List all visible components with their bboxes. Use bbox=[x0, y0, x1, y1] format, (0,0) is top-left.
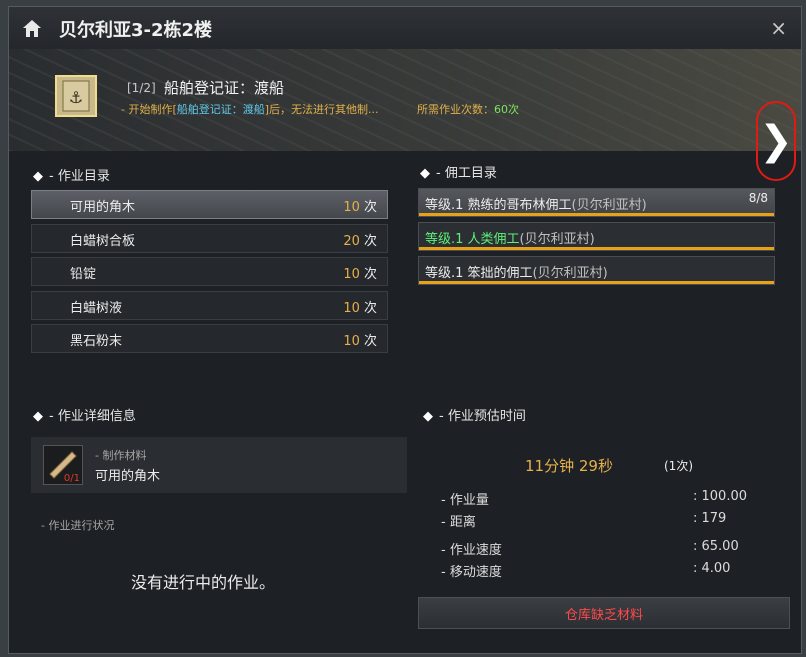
task-row[interactable]: 白蜡树合板 20 次 bbox=[31, 223, 388, 253]
worker-village: (贝尔利亚村) bbox=[532, 266, 608, 281]
worker-stamina-bar bbox=[419, 213, 774, 216]
task-name: 铅锭 bbox=[70, 267, 97, 282]
stat-label: - 距离 bbox=[441, 515, 476, 530]
warning-item: 船舶登记证：渡船 bbox=[176, 103, 265, 116]
close-button[interactable]: × bbox=[770, 16, 787, 40]
ship-license-icon: ⚓ bbox=[55, 75, 97, 117]
warning-prefix: - 开始制作[ bbox=[121, 103, 177, 116]
task-count-unit: 次 bbox=[359, 334, 377, 349]
stat-value: : 179 bbox=[693, 511, 727, 526]
recipe-warning: - 开始制作[船舶登记证：渡船]后，无法进行其他制... bbox=[121, 101, 379, 117]
task-count: 10 次 bbox=[343, 196, 377, 215]
title-bar: 贝尔利亚3-2栋2楼 × bbox=[9, 7, 801, 50]
task-row[interactable]: 可用的角木 10 次 bbox=[31, 190, 388, 219]
worker-stamina-bar bbox=[419, 247, 774, 250]
task-count-unit: 次 bbox=[359, 233, 377, 249]
no-task-message: 没有进行中的作业。 bbox=[131, 573, 276, 592]
stat-label: - 移动速度 bbox=[441, 565, 502, 580]
task-name: 白蜡树合板 bbox=[70, 233, 136, 249]
material-name: 可用的角木 bbox=[95, 469, 161, 484]
worker-title: 等级.1 人类佣工 bbox=[425, 232, 520, 247]
estimate-header: ◆ - 作业预估时间 bbox=[423, 405, 526, 424]
estimated-times: (1次) bbox=[664, 459, 693, 473]
material-count: 0/1 bbox=[63, 473, 80, 484]
task-count-unit: 次 bbox=[359, 300, 377, 316]
task-count: 10 次 bbox=[343, 330, 377, 349]
task-status-label: - 作业进行状况 bbox=[41, 519, 115, 532]
diamond-icon: ◆ bbox=[420, 166, 430, 181]
worker-title: 等级.1 熟练的哥布林佣工 bbox=[425, 198, 572, 213]
task-count-unit: 次 bbox=[359, 267, 377, 282]
task-count: 20 次 bbox=[343, 230, 377, 249]
home-icon bbox=[23, 20, 41, 37]
estimated-time: 11分钟 29秒 bbox=[525, 457, 613, 475]
stat-value: : 4.00 bbox=[693, 561, 731, 576]
task-count-value: 10 bbox=[343, 300, 360, 316]
stat-label: - 作业速度 bbox=[441, 543, 502, 558]
required-count: 所需作业次数：60次 bbox=[417, 101, 519, 117]
worker-row[interactable]: 等级.1 人类佣工(贝尔利亚村) bbox=[418, 222, 775, 251]
task-count: 10 次 bbox=[343, 297, 377, 316]
task-name: 可用的角木 bbox=[70, 200, 136, 215]
required-value: 60次 bbox=[494, 103, 519, 116]
task-count-unit: 次 bbox=[359, 200, 377, 215]
material-label: - 制作材料 bbox=[95, 449, 147, 462]
diamond-icon: ◆ bbox=[33, 169, 43, 184]
worker-capacity: 8/8 bbox=[748, 191, 768, 205]
details-title: - 作业详细信息 bbox=[49, 409, 136, 424]
details-header: ◆ - 作业详细信息 bbox=[33, 405, 136, 424]
stat-value: : 100.00 bbox=[693, 489, 747, 504]
task-name: 黑石粉末 bbox=[70, 334, 123, 349]
worker-name: 等级.1 人类佣工(贝尔利亚村) bbox=[425, 228, 595, 247]
stat-row: - 作业量 : 100.00 bbox=[441, 489, 781, 508]
recipe-banner: ⚓ [1/2] 船舶登记证：渡船 - 开始制作[船舶登记证：渡船]后，无法进行其… bbox=[9, 49, 801, 181]
worker-row[interactable]: 等级.1 熟练的哥布林佣工(贝尔利亚村) 8/8 bbox=[418, 188, 775, 217]
window-title: 贝尔利亚3-2栋2楼 bbox=[59, 20, 213, 41]
worker-row[interactable]: 等级.1 笨拙的佣工(贝尔利亚村) bbox=[418, 256, 775, 285]
task-count-value: 10 bbox=[343, 334, 360, 349]
banner-background bbox=[9, 49, 801, 151]
diamond-icon: ◆ bbox=[423, 409, 433, 424]
task-count: 10 次 bbox=[343, 263, 377, 282]
task-row[interactable]: 铅锭 10 次 bbox=[31, 257, 388, 286]
recipe-title: 船舶登记证：渡船 bbox=[164, 79, 285, 97]
worker-name: 等级.1 熟练的哥布林佣工(贝尔利亚村) bbox=[425, 194, 647, 213]
worker-name: 等级.1 笨拙的佣工(贝尔利亚村) bbox=[425, 262, 608, 281]
worker-village: (贝尔利亚村) bbox=[519, 232, 595, 247]
stat-label: - 作业量 bbox=[441, 493, 489, 508]
insufficient-materials-button[interactable]: 仓库缺乏材料 bbox=[418, 597, 790, 629]
worker-title: 等级.1 笨拙的佣工 bbox=[425, 266, 533, 281]
workshop-window: 贝尔利亚3-2栋2楼 × ⚓ [1/2] 船舶登记证：渡船 - 开始制作[船舶登… bbox=[8, 6, 802, 654]
task-count-value: 10 bbox=[343, 200, 360, 215]
worker-list-title: - 佣工目录 bbox=[436, 166, 497, 181]
warning-suffix: ]后，无法进行其他制... bbox=[264, 103, 379, 116]
next-recipe-button[interactable]: ❯ bbox=[756, 101, 796, 181]
task-list-title: - 作业目录 bbox=[49, 169, 110, 184]
worker-stamina-bar bbox=[419, 281, 774, 284]
task-count-value: 10 bbox=[343, 267, 360, 282]
required-label: 所需作业次数： bbox=[417, 103, 494, 116]
estimate-title: - 作业预估时间 bbox=[439, 409, 526, 424]
wood-plank-icon: 0/1 bbox=[43, 445, 83, 485]
stat-value: : 65.00 bbox=[693, 539, 739, 554]
task-list-header: ◆ - 作业目录 bbox=[33, 165, 110, 184]
diamond-icon: ◆ bbox=[33, 409, 43, 424]
task-row[interactable]: 白蜡树液 10 次 bbox=[31, 290, 388, 320]
task-count-value: 20 bbox=[343, 233, 360, 249]
recipe-count: [1/2] bbox=[127, 81, 156, 95]
stat-row: - 作业速度 : 65.00 bbox=[441, 539, 781, 558]
stat-row: - 移动速度 : 4.00 bbox=[441, 561, 781, 580]
svg-text:⚓: ⚓ bbox=[69, 88, 83, 107]
task-name: 白蜡树液 bbox=[70, 300, 123, 316]
material-slot[interactable]: 0/1 - 制作材料 可用的角木 bbox=[31, 437, 407, 493]
stat-row: - 距离 : 179 bbox=[441, 511, 781, 530]
worker-list-header: ◆ - 佣工目录 bbox=[420, 162, 497, 181]
task-row[interactable]: 黑石粉末 10 次 bbox=[31, 324, 388, 353]
worker-village: (贝尔利亚村) bbox=[571, 198, 647, 213]
